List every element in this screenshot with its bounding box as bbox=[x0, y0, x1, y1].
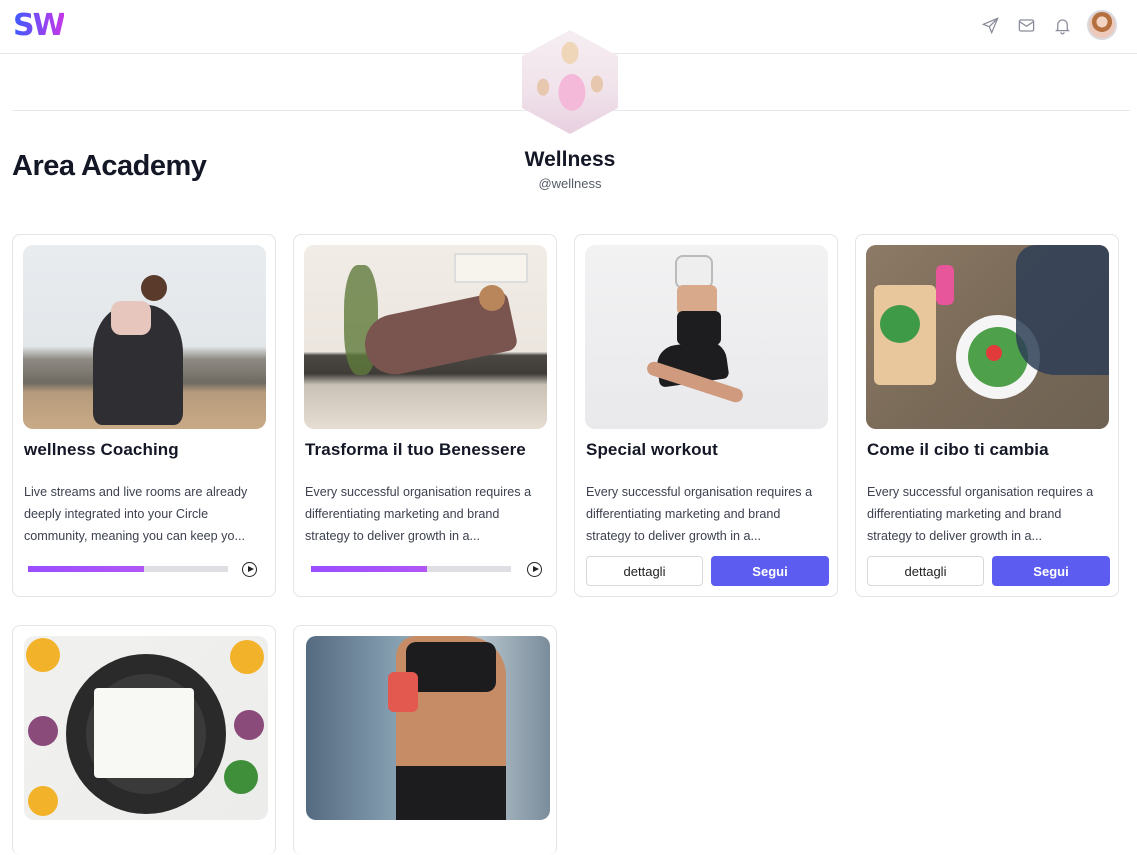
course-card[interactable]: Trasforma il tuo Benessere Every success… bbox=[293, 234, 557, 597]
course-card[interactable]: Special workout Every successful organis… bbox=[574, 234, 838, 597]
header-actions bbox=[979, 10, 1117, 40]
progress-bar bbox=[28, 566, 228, 572]
progress-fill bbox=[28, 566, 144, 572]
course-title[interactable]: wellness Coaching bbox=[24, 440, 179, 460]
course-description: Every successful organisation requires a… bbox=[586, 485, 813, 543]
course-image bbox=[304, 245, 547, 429]
course-card[interactable] bbox=[12, 625, 276, 855]
course-image bbox=[306, 636, 550, 820]
page-title: Area Academy bbox=[12, 150, 207, 182]
send-icon[interactable] bbox=[979, 14, 1001, 36]
details-button[interactable]: dettagli bbox=[586, 556, 703, 586]
course-image bbox=[585, 245, 828, 429]
follow-button[interactable]: Segui bbox=[711, 556, 829, 586]
course-description: Every successful organisation requires a… bbox=[305, 485, 532, 543]
follow-button[interactable]: Segui bbox=[992, 556, 1110, 586]
profile-handle: @wellness bbox=[538, 176, 602, 191]
course-title[interactable]: Come il cibo ti cambia bbox=[867, 440, 1049, 460]
play-icon[interactable] bbox=[242, 562, 257, 577]
mail-icon[interactable] bbox=[1015, 14, 1037, 36]
brand-logo[interactable]: SW bbox=[13, 8, 66, 44]
bell-icon[interactable] bbox=[1051, 14, 1073, 36]
details-button[interactable]: dettagli bbox=[867, 556, 984, 586]
course-image bbox=[24, 636, 268, 820]
avatar[interactable] bbox=[1087, 10, 1117, 40]
progress-bar bbox=[311, 566, 511, 572]
course-description: Every successful organisation requires a… bbox=[867, 485, 1094, 543]
course-image bbox=[23, 245, 266, 429]
course-card[interactable]: wellness Coaching Live streams and live … bbox=[12, 234, 276, 597]
play-icon[interactable] bbox=[527, 562, 542, 577]
profile-name: Wellness bbox=[524, 148, 616, 171]
course-description: Live streams and live rooms are already … bbox=[24, 485, 248, 543]
course-title[interactable]: Trasforma il tuo Benessere bbox=[305, 440, 526, 460]
course-image bbox=[866, 245, 1109, 429]
course-title[interactable]: Special workout bbox=[586, 440, 718, 460]
progress-fill bbox=[311, 566, 427, 572]
course-card[interactable] bbox=[293, 625, 557, 855]
course-card[interactable]: Come il cibo ti cambia Every successful … bbox=[855, 234, 1119, 597]
